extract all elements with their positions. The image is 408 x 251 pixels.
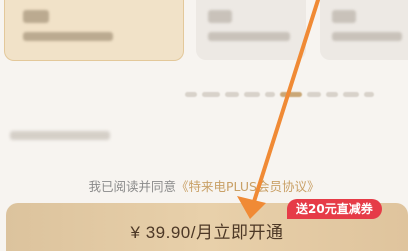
plan-cards — [0, 0, 408, 70]
plan-card-subtitle-placeholder — [332, 32, 402, 41]
carousel-dot — [343, 91, 359, 97]
carousel-indicator — [185, 90, 374, 98]
carousel-dot — [265, 91, 275, 97]
carousel-dot — [202, 91, 220, 97]
plan-card-subtitle-placeholder — [208, 32, 290, 41]
carousel-dot — [185, 91, 197, 97]
plan-card-title-placeholder — [208, 10, 232, 23]
plan-card[interactable] — [196, 0, 306, 60]
carousel-dot — [307, 91, 321, 97]
plan-card-title-placeholder — [332, 10, 356, 23]
agreement-line: 我已阅读并同意《特来电PLUS会员协议》 — [0, 176, 408, 195]
agreement-link[interactable]: 《特来电PLUS会员协议》 — [176, 179, 319, 194]
carousel-dot — [244, 91, 260, 97]
plan-card-subtitle-placeholder — [23, 32, 113, 41]
plan-card-selected[interactable] — [4, 0, 184, 61]
carousel-dot — [280, 91, 302, 97]
coupon-badge: 送20元直减券 — [287, 199, 382, 219]
agreement-prefix: 我已阅读并同意 — [88, 179, 177, 194]
carousel-dot — [326, 91, 338, 97]
subscribe-button-label: ¥ 39.90/月立即开通 — [130, 223, 284, 242]
carousel-dot — [364, 91, 374, 97]
carousel-dot — [225, 91, 239, 97]
plan-card-title-placeholder — [23, 10, 49, 23]
plan-card[interactable] — [320, 0, 408, 60]
section-heading-placeholder — [10, 131, 110, 140]
